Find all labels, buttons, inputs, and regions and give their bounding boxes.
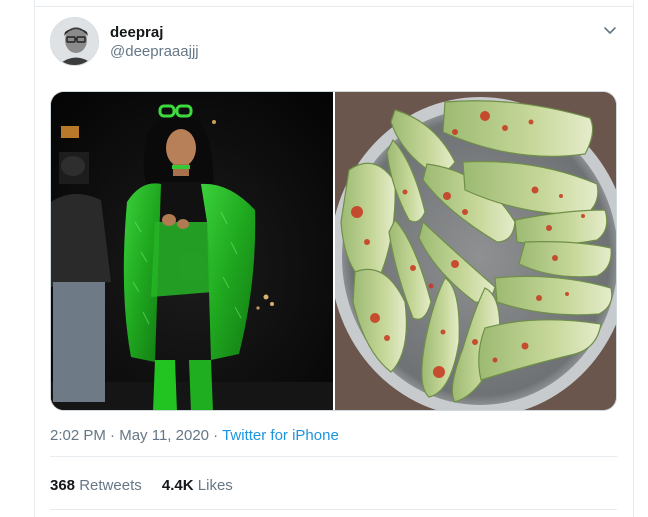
meta-separator: · — [213, 427, 219, 444]
chevron-down-icon — [604, 27, 616, 34]
photo-mango-slices — [335, 92, 616, 410]
tweet-date[interactable]: May 11, 2020 — [119, 427, 209, 444]
retweets-count: 368 — [50, 477, 76, 494]
retweets-label: Retweets — [79, 477, 142, 494]
tweet-stats: 368 Retweets 4.4K Likes — [50, 477, 233, 494]
tweet-time[interactable]: 2:02 PM — [50, 427, 106, 444]
avatar[interactable] — [50, 17, 99, 66]
likes-stat[interactable]: 4.4K Likes — [162, 477, 233, 494]
retweets-stat[interactable]: 368 Retweets — [50, 477, 142, 494]
tweet-media — [50, 91, 617, 411]
tweet-border-right — [633, 0, 634, 517]
tweet-border-top — [34, 6, 634, 7]
tweet-meta: 2:02 PM · May 11, 2020 · Twitter for iPh… — [50, 427, 339, 444]
display-name[interactable]: deepraj — [110, 24, 163, 41]
photo-person-green-coat — [51, 92, 333, 410]
media-photo-1[interactable] — [51, 92, 333, 410]
tweet-source-link[interactable]: Twitter for iPhone — [222, 427, 339, 444]
likes-count: 4.4K — [161, 477, 194, 494]
divider — [50, 509, 617, 510]
media-photo-2[interactable] — [335, 92, 616, 410]
tweet-border-left — [34, 0, 35, 517]
divider — [50, 456, 617, 457]
tweet-menu-button[interactable] — [602, 22, 618, 38]
user-handle[interactable]: @deepraaajjj — [110, 43, 199, 60]
avatar-photo — [51, 18, 98, 65]
likes-label: Likes — [197, 477, 233, 494]
meta-separator: · — [110, 427, 116, 444]
